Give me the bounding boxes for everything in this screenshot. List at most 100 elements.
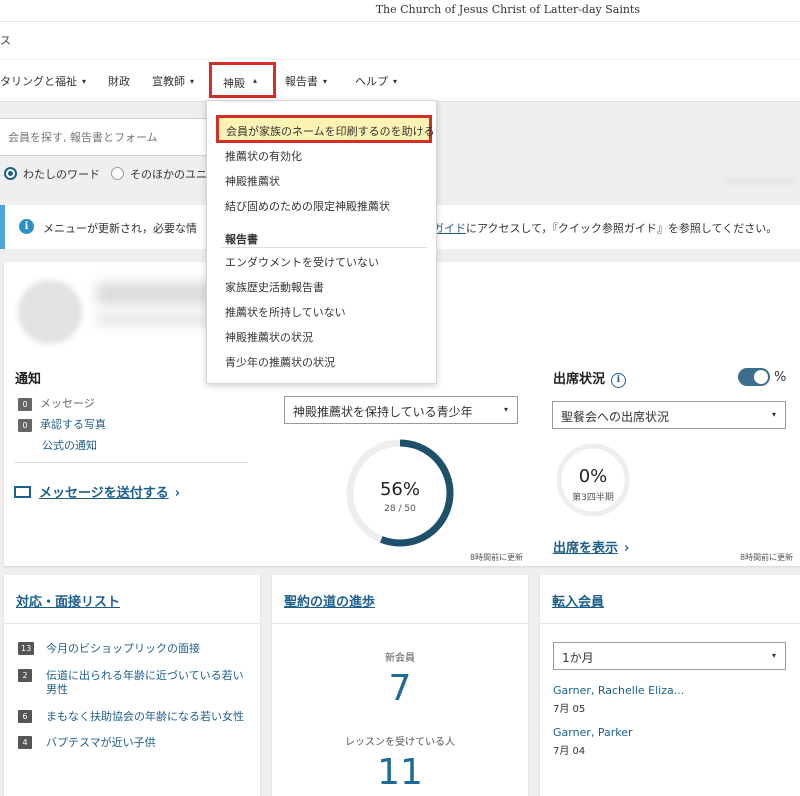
attendance-select[interactable]: 聖餐会への出席状況 ▾ xyxy=(552,401,786,429)
nav-label: 神殿 xyxy=(223,77,245,90)
chevron-down-icon: ▾ xyxy=(82,77,87,86)
move-ins-title[interactable]: 転入会員 xyxy=(552,591,604,610)
menu-item-label: 会員が家族のネームを印刷するのを助ける xyxy=(226,125,435,138)
list-item-label: バプテスマが近い子供 xyxy=(46,736,156,749)
nav-item-temple[interactable]: 神殿 ▴ xyxy=(209,62,276,98)
percent-toggle[interactable] xyxy=(738,368,770,386)
search-input[interactable] xyxy=(8,128,203,146)
list-item[interactable]: 6 まもなく扶助協会の年齢になる若い女性 xyxy=(18,710,254,724)
nav-label: 報告書 xyxy=(285,75,318,88)
mail-icon xyxy=(14,486,31,498)
menu-item-temple-recommend[interactable]: 神殿推薦状 xyxy=(225,173,280,189)
updated-time: 8時間前に更新 xyxy=(470,553,524,562)
period-label: 第3四半期 xyxy=(572,493,614,503)
radio-label: わたしのワード xyxy=(23,168,100,181)
list-item-label: 伝道に出られる年齢に近づいている若い男性 xyxy=(46,669,244,696)
member-name-link[interactable]: Garner, Parker xyxy=(553,726,633,739)
temple-dropdown-menu: 会員が家族のネームを印刷するのを助ける 推薦状の有効化 神殿推薦状 結び固めのた… xyxy=(206,100,437,384)
divider xyxy=(272,623,528,624)
nav-label: 宣教師 xyxy=(152,75,185,88)
menu-item-activate-recommend[interactable]: 推薦状の有効化 xyxy=(225,148,302,164)
recommend-select[interactable]: 神殿推薦状を保持している青少年 ▾ xyxy=(284,396,518,424)
photos-label: 承認する写真 xyxy=(40,418,106,431)
radio-label: そのほかのユニ xyxy=(130,168,207,181)
official-notice-link[interactable]: 公式の通知 xyxy=(42,437,97,453)
interviews-card: 対応・面接リスト 13 今月のビショップリックの面接 2 伝道に出られる年齢に近づい… xyxy=(4,575,260,796)
percent-value: 56% xyxy=(379,479,420,500)
attendance-title-text: 出席状況 xyxy=(553,372,606,387)
messages-row[interactable]: 0 メッセージ xyxy=(18,395,95,411)
menu-item-no-recommend[interactable]: 推薦状を所持していない xyxy=(225,304,346,320)
new-members-value[interactable]: 7 xyxy=(272,668,528,709)
chevron-down-icon: ▾ xyxy=(771,651,776,660)
period-select[interactable]: 1か月 ▾ xyxy=(553,642,786,670)
chevron-down-icon: ▾ xyxy=(393,77,398,86)
guide-link[interactable]: ガイド xyxy=(433,222,466,235)
global-header: The Church of Jesus Christ of Latter-day… xyxy=(0,0,800,22)
app-title[interactable]: ス xyxy=(0,32,11,48)
percent-value: 0% xyxy=(578,466,608,487)
lessons-label: レッスンを受けている人 xyxy=(345,737,455,748)
toggle-label: % xyxy=(774,370,787,385)
nav-item-finance[interactable]: 財政 xyxy=(108,73,130,89)
menu-item-youth-recommend[interactable]: 青少年の推薦状の状況 xyxy=(225,354,335,370)
nav-label: 財政 xyxy=(108,75,130,88)
chevron-down-icon: ▾ xyxy=(190,77,195,86)
show-attendance-link[interactable]: 出席を表示 › xyxy=(553,537,629,556)
menu-item-print-names[interactable]: 会員が家族のネームを印刷するのを助ける xyxy=(216,115,435,143)
nav-item-reports[interactable]: 報告書 ▾ xyxy=(285,73,327,89)
list-item[interactable]: 13 今月のビショップリックの面接 xyxy=(18,642,254,656)
info-icon: i xyxy=(19,219,34,234)
recommend-donut: 56% 28 / 50 xyxy=(344,437,456,549)
avatar xyxy=(18,280,82,344)
radio-my-ward[interactable]: わたしのワード xyxy=(4,166,100,182)
move-date: 7月 04 xyxy=(553,746,586,757)
chevron-right-icon: › xyxy=(624,541,630,556)
list-item-label: 今月のビショップリックの面接 xyxy=(46,642,200,655)
info-text-continued: ガイドにアクセスして，『クイック参照ガイド』を参照してください。 xyxy=(433,220,777,236)
list-item-label: まもなく扶助協会の年齢になる若い女性 xyxy=(46,710,244,723)
select-value: 1か月 xyxy=(562,651,594,665)
count-badge: 0 xyxy=(18,419,32,432)
notifications-title: 通知 xyxy=(15,372,42,387)
menu-item-limited-recommend[interactable]: 結び固めのための限定神殿推薦状 xyxy=(225,198,390,214)
list-item[interactable]: 4 バプテスマが近い子供 xyxy=(18,736,254,750)
interviews-title[interactable]: 対応・面接リスト xyxy=(16,591,120,610)
chevron-down-icon: ▾ xyxy=(503,405,508,414)
app-header: ス xyxy=(0,22,800,60)
chevron-up-icon: ▴ xyxy=(253,76,258,85)
show-attendance-label: 出席を表示 xyxy=(553,541,619,556)
nav-item-ministering[interactable]: タリングと福祉 ▾ xyxy=(0,73,86,89)
select-value: 聖餐会への出席状況 xyxy=(561,410,670,424)
messages-label: メッセージ xyxy=(40,397,95,410)
nav-item-missionary[interactable]: 宣教師 ▾ xyxy=(152,73,194,89)
radio-other-unit[interactable]: そのほかのユニ xyxy=(111,166,207,182)
menu-item-not-endowed[interactable]: エンダウメントを受けていない xyxy=(225,254,379,270)
info-text-end: にアクセスして，『クイック参照ガイド』を参照してください。 xyxy=(466,222,778,235)
count-badge: 4 xyxy=(18,736,32,749)
move-date: 7月 05 xyxy=(553,704,586,715)
lessons-value[interactable]: 11 xyxy=(272,752,528,793)
info-icon[interactable]: i xyxy=(611,373,627,388)
radio-selected-icon xyxy=(4,167,17,180)
covenant-title[interactable]: 聖約の道の進歩 xyxy=(284,591,375,610)
blurred-subtitle xyxy=(96,314,216,326)
fraction-value: 28 / 50 xyxy=(384,504,416,514)
menu-section-reports: 報告書 xyxy=(225,233,258,246)
covenant-path-card: 聖約の道の進歩 新会員 7 レッスンを受けている人 11 xyxy=(272,575,528,796)
nav-label: ヘルプ xyxy=(355,75,388,88)
search-box xyxy=(0,118,215,156)
info-text: メニューが更新され，必要な情 xyxy=(43,222,197,235)
updated-time: 8時間前に更新 xyxy=(740,553,794,562)
nav-item-help[interactable]: ヘルプ ▾ xyxy=(355,73,397,89)
list-item[interactable]: 2 伝道に出られる年齢に近づいている若い男性 xyxy=(18,669,254,697)
photos-row[interactable]: 0 承認する写真 xyxy=(18,416,106,432)
church-name[interactable]: The Church of Jesus Christ of Latter-day… xyxy=(376,3,640,16)
count-badge: 0 xyxy=(18,398,32,411)
menu-item-recommend-status[interactable]: 神殿推薦状の状況 xyxy=(225,329,313,345)
divider xyxy=(4,623,260,624)
member-name-link[interactable]: Garner, Rachelle Eliza... xyxy=(553,684,684,697)
menu-item-family-history[interactable]: 家族歴史活動報告書 xyxy=(225,279,324,295)
nav-label: タリングと福祉 xyxy=(0,75,77,88)
send-message-link[interactable]: メッセージを送付する › xyxy=(14,482,180,501)
